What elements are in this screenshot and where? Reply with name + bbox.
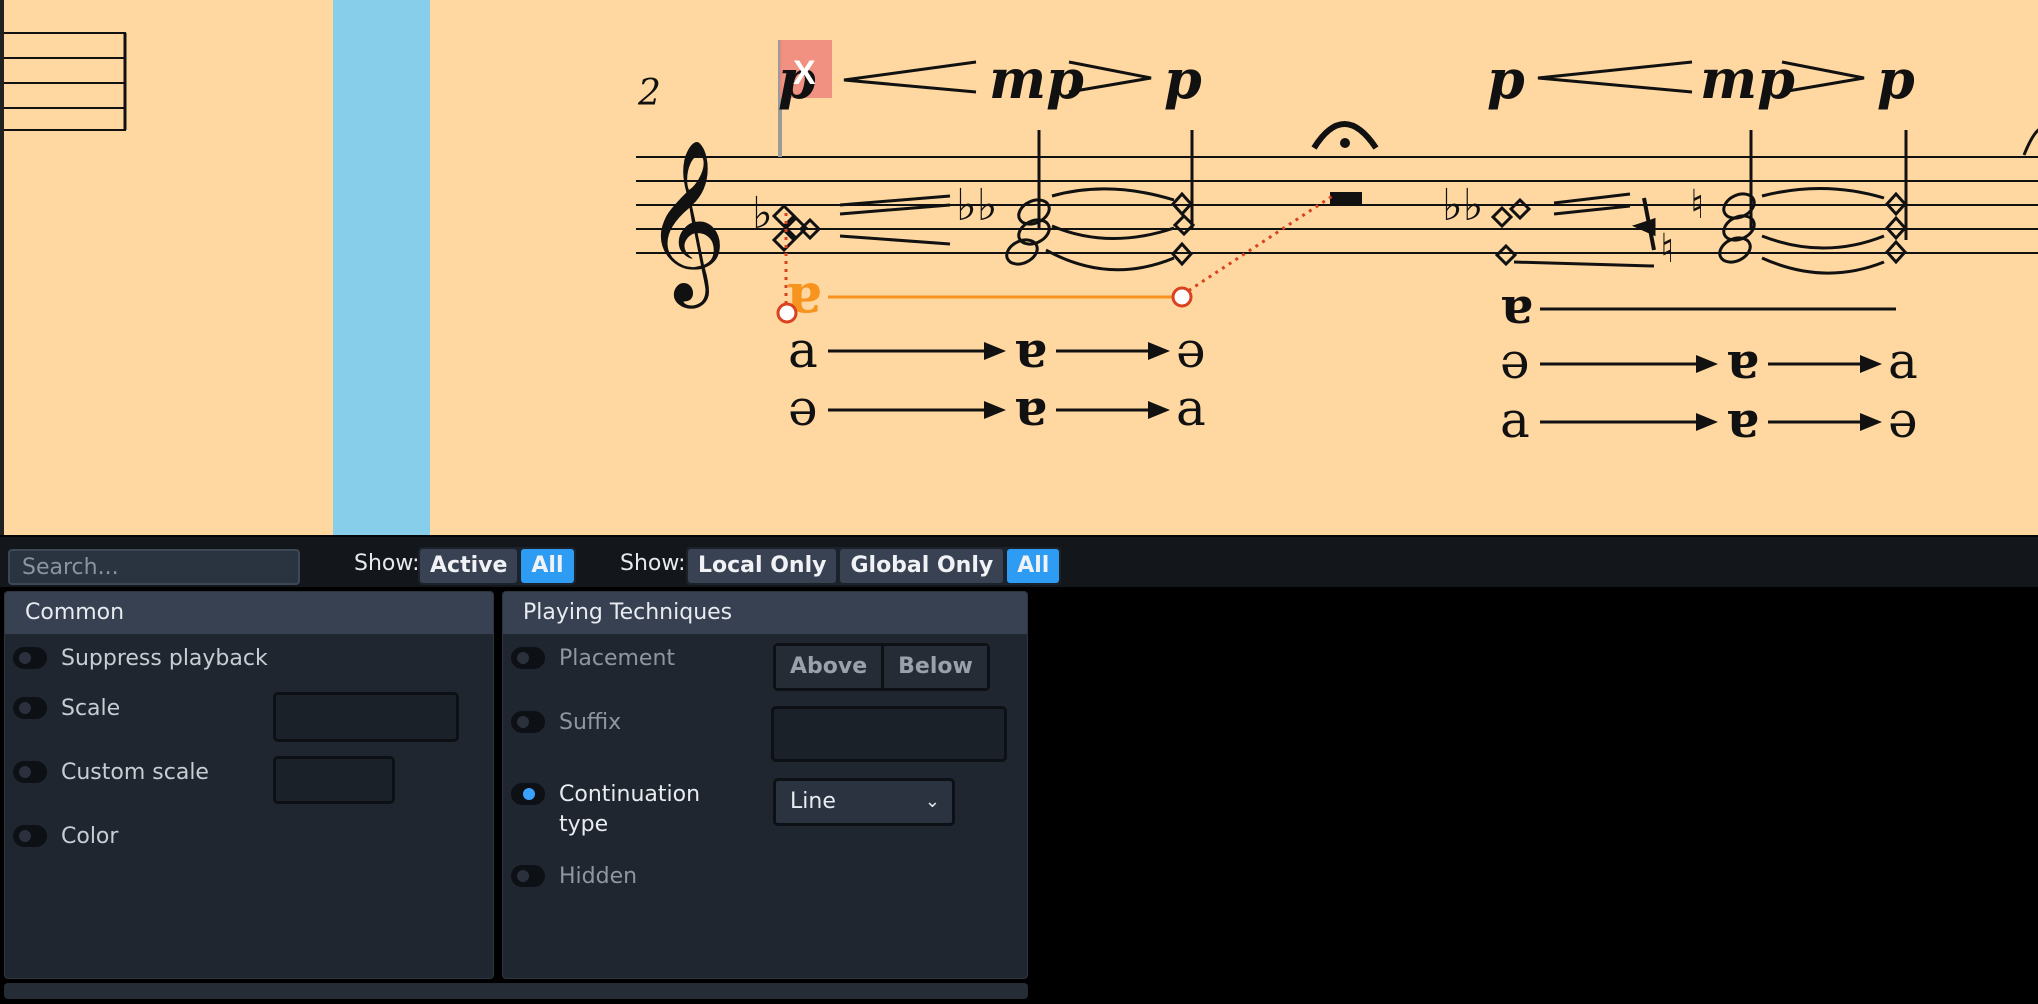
scale-row: Scale bbox=[13, 694, 120, 724]
score-view[interactable]: 2 𝄞 p X mp p p mp p ♭ ♭♭ ♭♭ ♮ ♮ ɐ a ɐ ə … bbox=[0, 0, 2038, 535]
custom-scale-toggle[interactable] bbox=[13, 761, 47, 783]
search-input[interactable]: Search... bbox=[8, 549, 300, 585]
svg-text:ɐ: ɐ bbox=[1500, 276, 1532, 335]
suffix-label: Suffix bbox=[559, 710, 622, 735]
show-label-1: Show: bbox=[354, 551, 420, 576]
hidden-toggle[interactable] bbox=[511, 865, 545, 887]
show-scope-toggle: Local Only Global Only All bbox=[686, 547, 1062, 585]
continuation-type-row: Continuation type bbox=[511, 780, 700, 840]
custom-scale-row: Custom scale bbox=[13, 758, 209, 788]
playing-techniques-title: Playing Techniques bbox=[503, 592, 1027, 634]
custom-scale-label: Custom scale bbox=[61, 760, 209, 785]
svg-text:a: a bbox=[1176, 379, 1206, 437]
scale-toggle[interactable] bbox=[13, 697, 47, 719]
end-handle bbox=[1171, 286, 1193, 308]
suffix-toggle[interactable] bbox=[511, 711, 545, 733]
custom-scale-field[interactable] bbox=[273, 756, 395, 804]
svg-text:ɐ: ɐ bbox=[1014, 378, 1046, 437]
placement-label: Placement bbox=[559, 646, 676, 671]
start-handle bbox=[776, 302, 798, 324]
score-canvas[interactable]: 2 𝄞 p X mp p p mp p ♭ ♭♭ ♭♭ ♮ ♮ ɐ a ɐ ə … bbox=[4, 0, 2038, 535]
continuation-type-value: Line bbox=[790, 789, 836, 814]
global-only-button[interactable]: Global Only bbox=[840, 549, 1004, 583]
svg-text:ɐ: ɐ bbox=[1014, 320, 1046, 379]
suppress-playback-row: Suppress playback bbox=[13, 644, 268, 674]
svg-text:♮: ♮ bbox=[1690, 182, 1704, 228]
previous-staff-fragment bbox=[4, 32, 127, 131]
below-button[interactable]: Below bbox=[884, 646, 987, 688]
continuation-type-label: Continuation type bbox=[559, 780, 700, 840]
all-button-2[interactable]: All bbox=[1007, 549, 1060, 583]
crescendo-hairpin-2[interactable] bbox=[1537, 60, 1693, 94]
continuation-type-label-line-2: type bbox=[559, 812, 609, 837]
playing-techniques-panel: Playing Techniques Placement Above Below… bbox=[502, 591, 1028, 979]
scale-label: Scale bbox=[61, 696, 121, 721]
crescendo-hairpin-1[interactable] bbox=[843, 60, 977, 94]
color-toggle[interactable] bbox=[13, 825, 47, 847]
above-button[interactable]: Above bbox=[776, 646, 882, 688]
svg-text:♭: ♭ bbox=[752, 188, 773, 239]
active-button[interactable]: Active bbox=[420, 549, 518, 583]
dynamic-p-2[interactable]: p bbox=[1164, 47, 1202, 111]
svg-text:ə: ə bbox=[1176, 321, 1206, 379]
svg-text:ə: ə bbox=[788, 379, 818, 437]
playhead[interactable] bbox=[333, 0, 430, 535]
svg-text:ɐ: ɐ bbox=[1726, 331, 1758, 390]
delete-marker[interactable]: X bbox=[793, 54, 816, 92]
selected-technique-line[interactable]: ɐ bbox=[776, 193, 1335, 325]
continuation-type-dropdown[interactable]: Line ⌄ bbox=[773, 778, 955, 826]
suffix-field[interactable] bbox=[771, 706, 1007, 762]
svg-text:ə: ə bbox=[1888, 391, 1918, 449]
measure-2-notes[interactable]: ♭♭ ♮ ♮ bbox=[1442, 128, 2038, 275]
svg-text:a: a bbox=[1500, 391, 1530, 449]
measure-1-notes[interactable]: ♭ ♭♭ bbox=[752, 130, 1196, 272]
suppress-playback-label: Suppress playback bbox=[61, 646, 268, 671]
bar-number: 2 bbox=[637, 73, 661, 114]
svg-text:ɐ: ɐ bbox=[1726, 390, 1758, 449]
placement-row: Placement bbox=[511, 644, 675, 674]
color-row: Color bbox=[13, 822, 118, 852]
treble-clef[interactable]: 𝄞 bbox=[644, 139, 727, 309]
dynamic-p-4[interactable]: p bbox=[1877, 47, 1915, 111]
suppress-playback-toggle[interactable] bbox=[13, 647, 47, 669]
common-panel: Common Suppress playback Scale Custom sc… bbox=[4, 591, 494, 979]
local-only-button[interactable]: Local Only bbox=[688, 549, 837, 583]
chevron-down-icon: ⌄ bbox=[924, 791, 940, 812]
svg-text:a: a bbox=[788, 321, 818, 379]
hidden-row: Hidden bbox=[511, 862, 637, 892]
scale-field[interactable] bbox=[273, 692, 459, 742]
svg-text:♮: ♮ bbox=[1660, 226, 1674, 272]
hidden-label: Hidden bbox=[559, 864, 638, 889]
properties-toolbar: Search... Show: Active All Show: Local O… bbox=[0, 535, 2038, 587]
dynamic-mp-1[interactable]: mp bbox=[989, 47, 1084, 111]
show-label-2: Show: bbox=[620, 551, 686, 576]
placement-segmented: Above Below bbox=[773, 643, 990, 691]
fermata-rest[interactable] bbox=[1311, 121, 1379, 204]
common-panel-title: Common bbox=[5, 592, 493, 634]
dynamic-p-3[interactable]: p bbox=[1487, 47, 1525, 111]
svg-text:♭♭: ♭♭ bbox=[1442, 180, 1484, 231]
placement-toggle[interactable] bbox=[511, 647, 545, 669]
color-label: Color bbox=[61, 824, 119, 849]
svg-text:a: a bbox=[1888, 332, 1918, 390]
suffix-row: Suffix bbox=[511, 708, 621, 738]
show-active-all-toggle: Active All bbox=[418, 547, 576, 585]
continuation-type-label-line-1: Continuation bbox=[559, 782, 701, 807]
horizontal-scrollbar[interactable] bbox=[4, 983, 1028, 999]
continuation-type-toggle[interactable] bbox=[511, 783, 545, 805]
all-button-1[interactable]: All bbox=[521, 549, 574, 583]
dynamic-mp-2[interactable]: mp bbox=[1700, 47, 1795, 111]
vowel-rows-1[interactable]: a ɐ ə ə ɐ a bbox=[788, 320, 1206, 437]
vowel-rows-2[interactable]: ɐ ə ɐ a a ɐ ə bbox=[1500, 276, 1918, 449]
svg-text:♭♭: ♭♭ bbox=[956, 180, 998, 231]
svg-text:ə: ə bbox=[1500, 332, 1530, 390]
